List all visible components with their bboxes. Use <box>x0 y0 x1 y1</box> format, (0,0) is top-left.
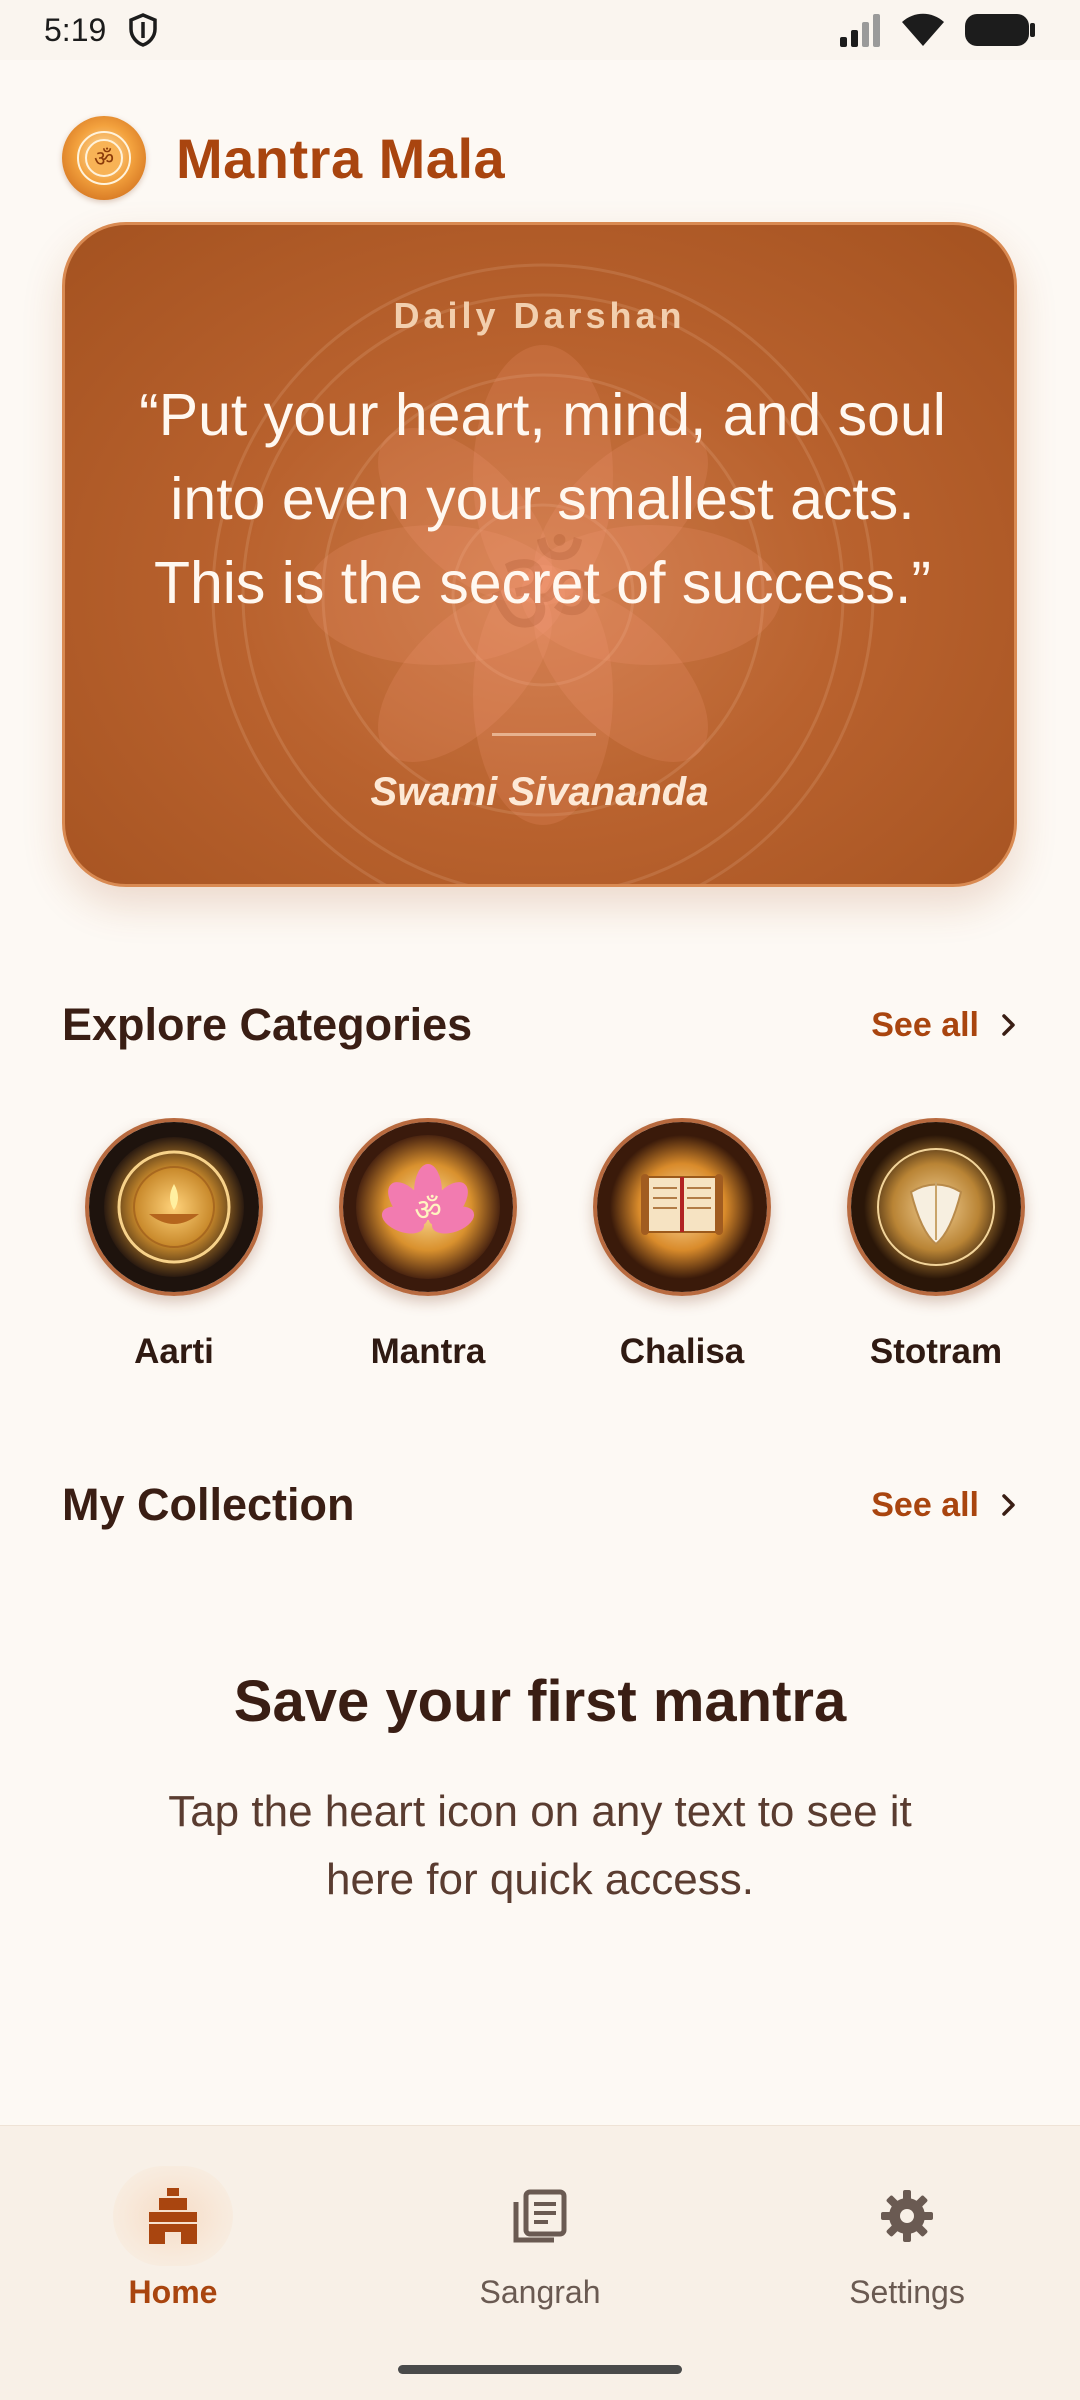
conch-icon <box>847 1118 1025 1296</box>
om-icon: ॐ <box>62 116 146 200</box>
app-header: ॐ Mantra Mala <box>62 116 505 200</box>
gear-icon <box>881 2190 933 2242</box>
status-bar: 5:19 <box>0 0 1080 60</box>
category-label: Stotram <box>869 1332 1003 1371</box>
category-label: Aarti <box>134 1332 214 1371</box>
quote-text: “Put your heart, mind, and soul into eve… <box>139 382 946 616</box>
see-all-label: See all <box>871 1005 979 1044</box>
nav-label: Home <box>128 2274 218 2310</box>
status-time: 5:19 <box>44 11 107 48</box>
battery-icon <box>965 14 1035 46</box>
category-label: Mantra <box>370 1332 486 1371</box>
nav-label: Sangrah <box>479 2274 601 2310</box>
category-aarti[interactable]: Aarti <box>74 1118 274 1372</box>
section-title: Explore Categories <box>62 999 473 1050</box>
quote-author: Swami Sivananda <box>370 770 709 814</box>
signal-icon <box>840 14 880 47</box>
category-label: Chalisa <box>619 1332 745 1371</box>
svg-text:ॐ: ॐ <box>94 147 114 172</box>
om-lotus-icon: ॐ <box>339 1118 517 1296</box>
section-title: My Collection <box>62 1479 355 1530</box>
wifi-icon <box>902 13 944 46</box>
chevron-right-icon <box>1002 1494 1015 1516</box>
bottom-nav: Home Sangrah Settings <box>0 2125 1080 2400</box>
temple-icon <box>149 2188 197 2244</box>
daily-darshan-card[interactable]: ॐ Daily Darshan “Put your heart, mind, a… <box>62 222 1017 887</box>
diya-icon <box>85 1118 263 1296</box>
categories-see-all-button[interactable]: See all <box>871 1006 1017 1045</box>
nav-sangrah[interactable]: Sangrah <box>420 2166 660 2311</box>
shield-icon <box>129 13 158 47</box>
nav-label: Settings <box>849 2274 965 2310</box>
categories-list: Aarti ॐ Mantra Chalisa Stotram <box>62 1118 1080 1388</box>
card-label: Daily Darshan <box>393 295 686 336</box>
nav-home[interactable]: Home <box>53 2166 293 2311</box>
app-title: Mantra Mala <box>176 126 506 190</box>
collection-see-all-button[interactable]: See all <box>871 1486 1017 1525</box>
home-indicator[interactable] <box>398 2365 682 2374</box>
library-icon <box>513 2189 567 2243</box>
category-mantra[interactable]: ॐ Mantra <box>328 1118 528 1372</box>
svg-text:ॐ: ॐ <box>414 1193 441 1228</box>
category-stotram[interactable]: Stotram <box>836 1118 1036 1372</box>
empty-state-description: Tap the heart icon on any text to see it… <box>168 1787 912 1904</box>
category-chalisa[interactable]: Chalisa <box>582 1118 782 1372</box>
categories-header: Explore Categories See all <box>62 995 1017 1055</box>
scroll-icon <box>593 1118 771 1296</box>
collection-header: My Collection See all <box>62 1475 1017 1535</box>
chevron-right-icon <box>1002 1014 1015 1036</box>
nav-settings[interactable]: Settings <box>787 2166 1027 2311</box>
empty-state-title: Save your first mantra <box>233 1669 847 1734</box>
see-all-label: See all <box>871 1485 979 1524</box>
divider <box>492 733 596 736</box>
